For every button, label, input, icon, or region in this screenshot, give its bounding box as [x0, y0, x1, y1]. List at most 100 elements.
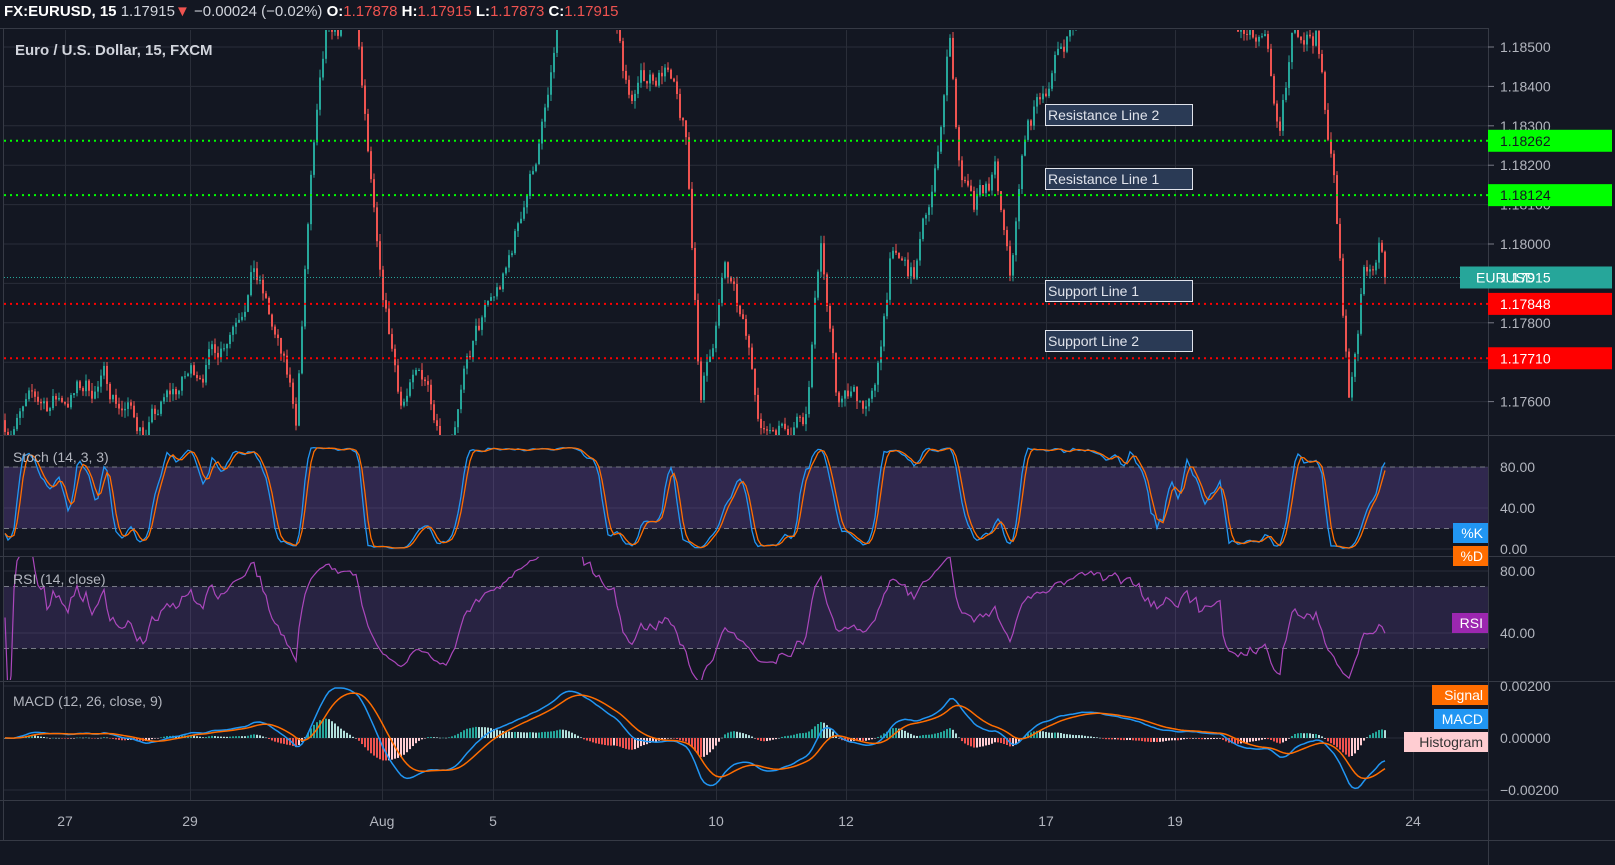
macd-histogram-bar	[208, 736, 210, 738]
candle-body	[28, 390, 30, 400]
macd-histogram-bar	[1090, 736, 1092, 738]
candle-body	[811, 344, 813, 388]
macd-histogram-bar	[964, 738, 966, 744]
macd-histogram-bar	[1162, 738, 1164, 742]
candle-body	[1381, 242, 1383, 252]
macd-histogram-bar	[1219, 738, 1221, 739]
macd-histogram-bar	[670, 738, 672, 739]
candle-body	[244, 311, 246, 317]
candle-body	[217, 352, 219, 358]
candle-body	[208, 349, 210, 365]
macd-histogram-bar	[385, 738, 387, 761]
candle-body	[1333, 153, 1335, 176]
candle-body	[1042, 93, 1044, 100]
macd-histogram-bar	[37, 736, 39, 738]
macd-histogram-bar	[412, 738, 414, 747]
macd-histogram-bar	[334, 723, 336, 738]
macd-histogram-bar	[244, 736, 246, 738]
candle-body	[1378, 242, 1380, 263]
candle-body	[637, 82, 639, 94]
macd-histogram-bar	[1357, 738, 1359, 750]
candle-body	[1018, 189, 1020, 222]
candle-body	[1360, 294, 1362, 334]
macd-histogram-bar	[337, 726, 339, 738]
candle-body	[1024, 139, 1026, 156]
macd-histogram-bar	[619, 738, 621, 747]
candle-body	[103, 365, 105, 376]
candle-body	[877, 362, 879, 385]
candle-body	[610, 10, 612, 11]
macd-histogram-bar	[943, 730, 945, 738]
macd-histogram-bar	[1282, 738, 1284, 743]
time-axis-label: 24	[1405, 813, 1421, 829]
macd-histogram-bar	[925, 734, 927, 738]
macd-histogram-bar	[49, 738, 51, 739]
candle-body	[766, 429, 768, 431]
candle-body	[649, 74, 651, 84]
macd-histogram-bar	[1117, 738, 1119, 740]
macd-histogram-bar	[343, 730, 345, 738]
candle-body	[808, 387, 810, 415]
candle-body	[127, 402, 129, 409]
macd-histogram-bar	[544, 731, 546, 738]
candle-body	[607, 7, 609, 10]
macd-histogram-bar	[769, 738, 771, 741]
rsi-tick-label: 40.00	[1500, 625, 1535, 641]
candle-body	[427, 381, 429, 385]
candle-body	[760, 418, 762, 429]
candle-body	[412, 374, 414, 383]
macd-histogram-bar	[1198, 738, 1200, 740]
candle-body	[358, 30, 360, 47]
time-axis-label: 19	[1167, 813, 1183, 829]
candle-body	[1342, 258, 1344, 316]
macd-histogram-bar	[589, 738, 591, 742]
macd-histogram-bar	[793, 734, 795, 738]
macd-histogram-bar	[598, 738, 600, 744]
macd-histogram-bar	[745, 734, 747, 738]
macd-histogram-bar	[781, 736, 783, 738]
candle-body	[76, 381, 78, 394]
macd-histogram-bar	[556, 730, 558, 738]
macd-histogram-bar	[808, 731, 810, 738]
macd-histogram-bar	[1159, 738, 1161, 742]
macd-histogram-bar	[1288, 738, 1290, 739]
candle-body	[229, 334, 231, 345]
candle-body	[262, 279, 264, 294]
macd-histogram-bar	[1333, 738, 1335, 745]
macd-histogram-bar	[787, 735, 789, 738]
macd-histogram-bar	[448, 737, 450, 738]
macd-histogram-bar	[223, 736, 225, 738]
candle-body	[706, 361, 708, 376]
main-pane-title: Euro / U.S. Dollar, 15, FXCM	[15, 42, 213, 59]
macd-histogram-bar	[58, 737, 60, 739]
candle-body	[850, 391, 852, 397]
macd-histogram-bar	[757, 738, 759, 740]
level-price: 1.17710	[1500, 350, 1551, 366]
candle-body	[1372, 269, 1374, 271]
stoch-tick-label: 80.00	[1500, 459, 1535, 475]
candle-body	[934, 168, 936, 192]
candle-body	[1273, 76, 1275, 104]
macd-histogram-bar	[1324, 738, 1326, 739]
candle-body	[907, 259, 909, 277]
candle-body	[964, 180, 966, 182]
candle-body	[256, 268, 258, 281]
macd-histogram-bar	[205, 736, 207, 738]
macd-label: MACD	[1442, 711, 1483, 727]
candle-body	[94, 391, 96, 399]
macd-histogram-bar	[742, 733, 744, 738]
candle-body	[529, 174, 531, 196]
macd-histogram-bar	[577, 735, 579, 738]
candle-body	[643, 70, 645, 82]
candle-body	[1327, 109, 1329, 140]
candle-body	[961, 160, 963, 181]
candle-body	[541, 121, 543, 144]
candle-body	[370, 151, 372, 180]
candle-body	[166, 390, 168, 398]
candle-body	[514, 231, 516, 254]
macd-histogram-bar	[109, 738, 111, 739]
time-axis-label: Aug	[370, 813, 395, 829]
macd-histogram-bar	[904, 730, 906, 738]
chart-canvas[interactable]: Resistance Line 2 Resistance Line 1 Suppor…	[0, 0, 1615, 865]
candle-body	[109, 383, 111, 400]
